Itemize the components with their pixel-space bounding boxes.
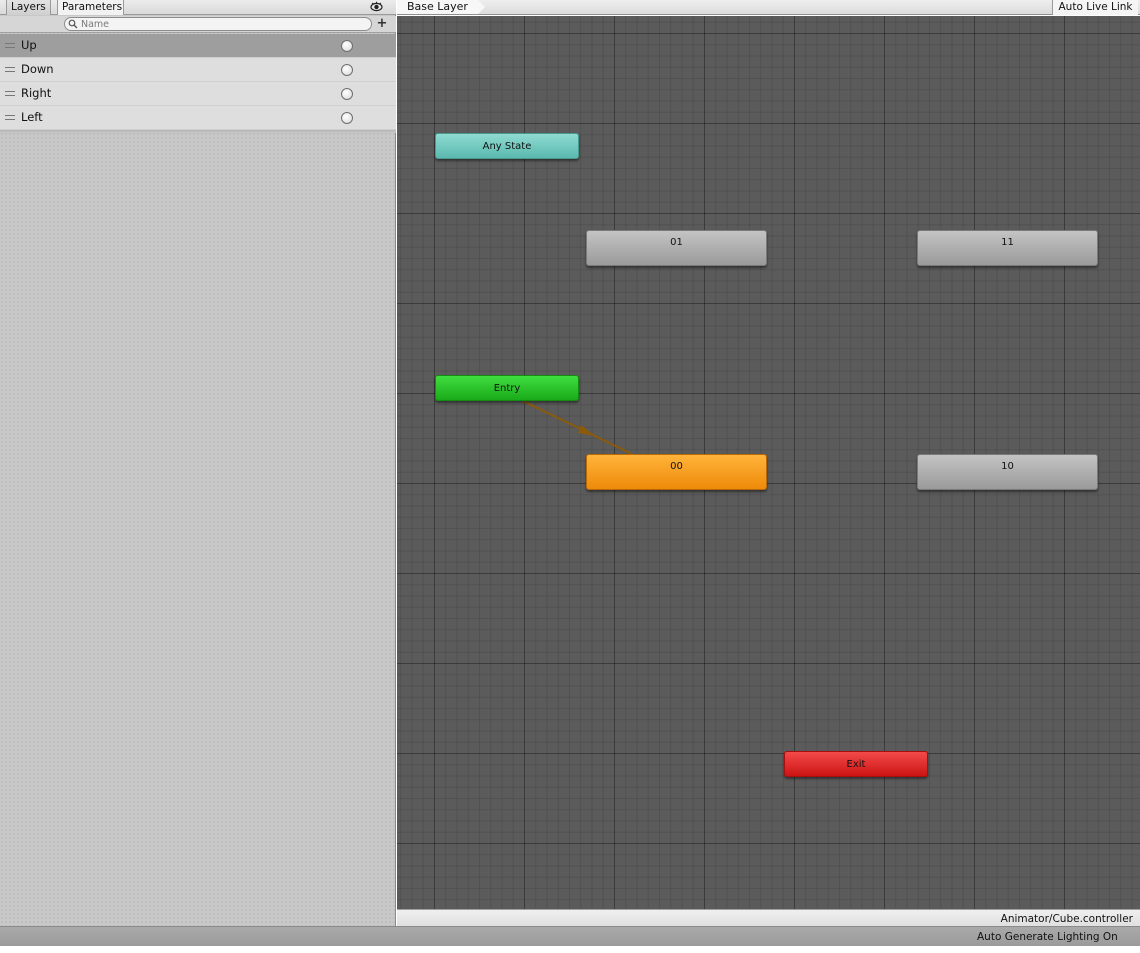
controller-path: Animator/Cube.controller bbox=[1000, 913, 1133, 925]
trigger-toggle[interactable] bbox=[341, 88, 353, 100]
node-label: 10 bbox=[1001, 461, 1014, 472]
parameter-name[interactable]: Right bbox=[21, 86, 51, 100]
lighting-status[interactable]: Auto Generate Lighting On bbox=[977, 931, 1118, 943]
tab-parameters[interactable]: Parameters bbox=[57, 0, 124, 15]
node-label: Exit bbox=[846, 759, 866, 770]
add-parameter-button[interactable]: + bbox=[375, 17, 389, 31]
drag-handle-icon[interactable] bbox=[5, 115, 15, 120]
trigger-toggle[interactable] bbox=[341, 40, 353, 52]
node-any-state[interactable]: Any State bbox=[435, 133, 579, 159]
parameter-list: Up Down Right Left bbox=[0, 34, 396, 130]
transition-arrow-icon bbox=[578, 425, 595, 436]
parameters-panel: Layers Parameters + Up Down bbox=[0, 0, 396, 926]
auto-live-link-button[interactable]: Auto Live Link bbox=[1052, 0, 1138, 15]
parameter-name[interactable]: Left bbox=[21, 110, 43, 124]
drag-handle-icon[interactable] bbox=[5, 43, 15, 48]
trigger-toggle[interactable] bbox=[341, 64, 353, 76]
parameter-row-up[interactable]: Up bbox=[0, 34, 396, 58]
drag-handle-icon[interactable] bbox=[5, 91, 15, 96]
eye-icon[interactable] bbox=[370, 1, 383, 13]
search-icon bbox=[68, 19, 78, 29]
drag-handle-icon[interactable] bbox=[5, 67, 15, 72]
parameter-row-left[interactable]: Left bbox=[0, 106, 396, 130]
transition-entry-to-00[interactable] bbox=[522, 400, 633, 455]
status-bar: Auto Generate Lighting On bbox=[0, 926, 1140, 946]
node-label: 01 bbox=[670, 237, 683, 248]
node-entry[interactable]: Entry bbox=[435, 375, 579, 401]
trigger-toggle[interactable] bbox=[341, 112, 353, 124]
list-divider bbox=[0, 130, 396, 133]
node-label: Entry bbox=[493, 383, 521, 394]
node-state-00-default[interactable]: 00 bbox=[586, 454, 767, 490]
graph-toolbar: Base Layer Auto Live Link bbox=[397, 0, 1140, 15]
node-label: 11 bbox=[1001, 237, 1014, 248]
parameter-name[interactable]: Up bbox=[21, 38, 37, 52]
node-state-11[interactable]: 11 bbox=[917, 230, 1098, 266]
parameter-name[interactable]: Down bbox=[21, 62, 54, 76]
search-row: + bbox=[0, 16, 396, 33]
node-exit[interactable]: Exit bbox=[784, 751, 928, 777]
parameter-row-right[interactable]: Right bbox=[0, 82, 396, 106]
node-label: Any State bbox=[482, 141, 532, 152]
node-label: 00 bbox=[670, 461, 683, 472]
node-state-01[interactable]: 01 bbox=[586, 230, 767, 266]
state-machine-graph[interactable]: Any State 01 11 Entry 00 10 Exit bbox=[397, 16, 1140, 909]
node-state-10[interactable]: 10 bbox=[917, 454, 1098, 490]
parameter-row-down[interactable]: Down bbox=[0, 58, 396, 82]
search-input[interactable] bbox=[81, 18, 361, 30]
search-box[interactable] bbox=[64, 17, 372, 31]
breadcrumb-base-layer[interactable]: Base Layer bbox=[397, 0, 485, 14]
panel-toolbar: Layers Parameters bbox=[0, 0, 396, 15]
controller-path-bar: Animator/Cube.controller bbox=[397, 909, 1140, 926]
tab-layers[interactable]: Layers bbox=[6, 0, 51, 15]
